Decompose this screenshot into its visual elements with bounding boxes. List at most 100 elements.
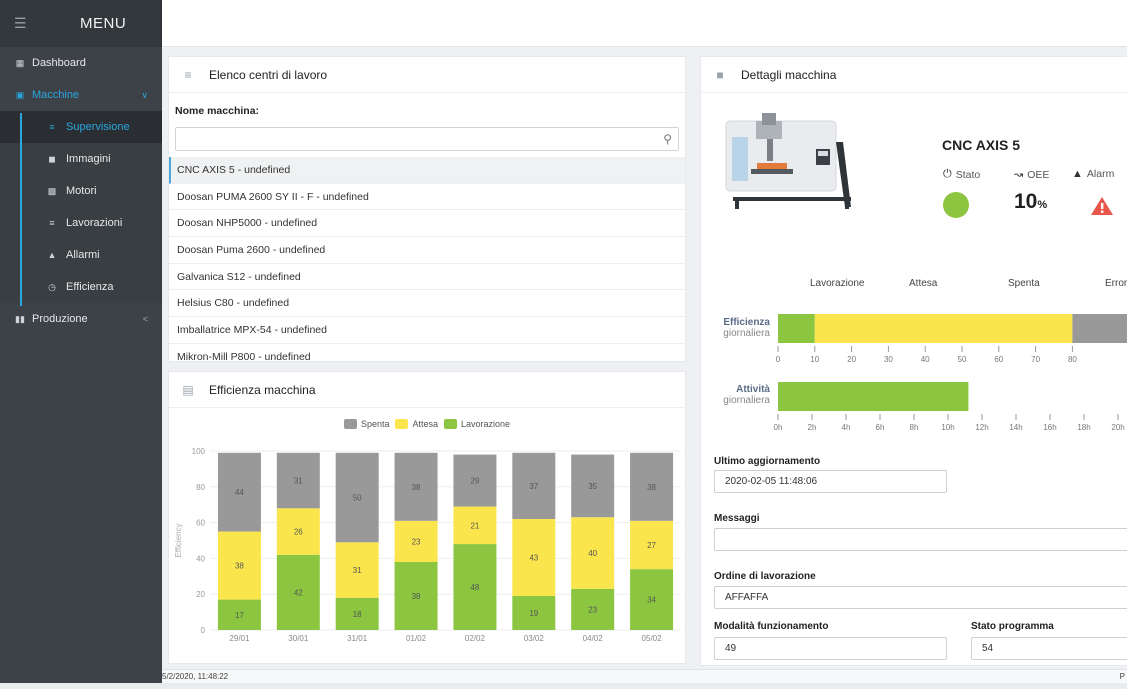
cnc-machine-illustration: [725, 113, 851, 209]
panel-title: Elenco centri di lavoro: [209, 67, 328, 82]
sidebar-item-label: Lavorazioni: [66, 217, 123, 229]
daily-timeline: 0 10 20 30 40 50 60 70 80 0h 2h 4h 6h 8h 10h 12h 14h 16h 1…: [774, 314, 1127, 432]
history-icon: ◷: [48, 281, 56, 292]
y-tick-label: 80: [196, 483, 205, 492]
sidebar-item-immagini[interactable]: ◼ Immagini: [0, 143, 162, 175]
list-icon: ≡: [49, 122, 55, 132]
activity-tick-label: 6h: [876, 423, 885, 432]
x-tick-label: 30/01: [288, 634, 309, 643]
data-label: 40: [588, 549, 597, 558]
status-indicator: [943, 192, 969, 218]
program-state-field[interactable]: 54: [971, 637, 1127, 660]
efficiency-tick-label: 60: [994, 355, 1003, 364]
sidebar-item-supervisione[interactable]: ≡ Supervisione: [0, 111, 162, 143]
activity-tick-label: 8h: [910, 423, 919, 432]
sidebar-item-lavorazioni[interactable]: ≡ Lavorazioni: [0, 207, 162, 239]
line-chart-icon: ↝: [1014, 169, 1024, 181]
data-label: 21: [470, 521, 479, 530]
sidebar-item-efficienza[interactable]: ◷ Efficienza: [0, 271, 162, 303]
data-label: 42: [294, 588, 303, 597]
machine-search-input[interactable]: [176, 128, 678, 150]
data-label: 38: [235, 562, 244, 571]
search-icon[interactable]: ⚲: [663, 132, 672, 146]
activity-tick-label: 12h: [975, 423, 988, 432]
activity-tick-label: 4h: [842, 423, 851, 432]
y-tick-label: 40: [196, 554, 205, 563]
activity-tick-label: 16h: [1043, 423, 1056, 432]
submenu-indicator: [20, 113, 22, 306]
list-item[interactable]: Helsius C80 - undefined: [169, 290, 685, 318]
sidebar-item-allarmi[interactable]: ▲ Allarmi: [0, 239, 162, 271]
efficiency-tick-label: 40: [921, 355, 930, 364]
x-tick-label: 05/02: [642, 634, 663, 643]
state-header-spenta: Spenta: [1008, 278, 1040, 289]
status-right-text: P: [1119, 672, 1125, 681]
alarm-warning-icon: [1091, 197, 1113, 215]
oee-label: ↝ OEE: [1014, 168, 1050, 182]
machine-detail-panel: ■ Dettagli macchina CNC AXIS 5 ⏻ Stato ↝ O…: [700, 56, 1127, 666]
top-bar: [162, 0, 1127, 47]
efficiency-tick-label: 10: [810, 355, 819, 364]
list-item[interactable]: Doosan NHP5000 - undefined: [169, 210, 685, 238]
list-icon: ≡: [184, 67, 192, 82]
list-item[interactable]: CNC AXIS 5 - undefined: [169, 157, 685, 184]
engine-icon: ▩: [47, 185, 57, 196]
macchine-submenu: ≡ Supervisione ◼ Immagini ▩ Motori ≡ Lav…: [0, 111, 162, 303]
machine-search-box: ⚲: [175, 127, 679, 151]
efficiency-segment-spenta[interactable]: [1072, 314, 1127, 343]
data-label: 29: [470, 477, 479, 486]
efficiency-tick-label: 30: [884, 355, 893, 364]
efficiency-tick-label: 80: [1068, 355, 1077, 364]
last-update-field[interactable]: 2020-02-05 11:48:06: [714, 470, 947, 493]
x-tick-label: 01/02: [406, 634, 427, 643]
bottom-strip: [0, 683, 1127, 689]
efficiency-segment-attesa[interactable]: [814, 314, 1073, 343]
x-tick-label: 04/02: [583, 634, 604, 643]
list-item[interactable]: Imballatrice MPX-54 - undefined: [169, 317, 685, 344]
efficiency-bar-chart: 0 20 40 60 80 100 Efficiency 17 38 44 29/01 42 26 31 3…: [174, 447, 681, 643]
oee-unit: %: [1037, 199, 1048, 211]
efficiency-tick-label: 0: [776, 355, 781, 364]
chevron-down-icon: ∨: [141, 89, 148, 100]
work-order-field[interactable]: AFFAFFA: [714, 586, 1127, 609]
messages-field[interactable]: [714, 528, 1127, 551]
oee-text: OEE: [1027, 168, 1050, 181]
activity-tick-label: 18h: [1077, 423, 1090, 432]
sidebar-item-produzione[interactable]: ▮▮ Produzione <: [0, 303, 162, 335]
activity-tick-label: 0h: [774, 423, 783, 432]
data-label: 19: [529, 609, 538, 618]
y-tick-label: 60: [196, 519, 205, 528]
hamburger-menu-icon[interactable]: ☰: [14, 15, 54, 32]
menu-header: ☰ MENU: [0, 0, 162, 47]
y-axis-label: Efficiency: [174, 523, 183, 557]
data-label: 34: [647, 596, 656, 605]
activity-tick-label: 2h: [808, 423, 817, 432]
data-label: 38: [412, 483, 421, 492]
efficiency-tick-label: 20: [847, 355, 856, 364]
camera-icon: ◼: [48, 153, 56, 164]
list-item[interactable]: Doosan Puma 2600 - undefined: [169, 237, 685, 264]
status-bar: 5/2/2020, 11:48:22 P: [162, 669, 1127, 683]
operating-mode-field[interactable]: 49: [714, 637, 947, 660]
sidebar-item-dashboard[interactable]: ▦ Dashboard: [0, 47, 162, 79]
activity-bar[interactable]: [778, 382, 969, 411]
state-header-error: Error: [1105, 278, 1127, 289]
list-item[interactable]: Doosan PUMA 2600 SY II - F - undefined: [169, 184, 685, 211]
sidebar-item-label: Efficienza: [66, 281, 114, 293]
x-tick-label: 03/02: [524, 634, 545, 643]
machines-icon: ▣: [15, 89, 25, 100]
activity-tick-label: 10h: [941, 423, 954, 432]
efficiency-segment-lavorazione[interactable]: [778, 314, 815, 343]
list-item[interactable]: Galvanica S12 - undefined: [169, 264, 685, 291]
sidebar-item-label: Allarmi: [66, 249, 100, 261]
stato-label: ⏻ Stato: [943, 168, 980, 181]
activity-tick-label: 14h: [1009, 423, 1022, 432]
state-header-attesa: Attesa: [909, 278, 938, 289]
data-label: 38: [412, 592, 421, 601]
work-order-label: Ordine di lavorazione: [714, 571, 816, 582]
x-tick-label: 02/02: [465, 634, 486, 643]
sidebar-item-label: Dashboard: [32, 57, 86, 69]
list-item[interactable]: Mikron-Mill P800 - undefined: [169, 344, 685, 371]
sidebar-item-motori[interactable]: ▩ Motori: [0, 175, 162, 207]
sidebar-item-macchine[interactable]: ▣ Macchine ∨: [0, 79, 162, 111]
